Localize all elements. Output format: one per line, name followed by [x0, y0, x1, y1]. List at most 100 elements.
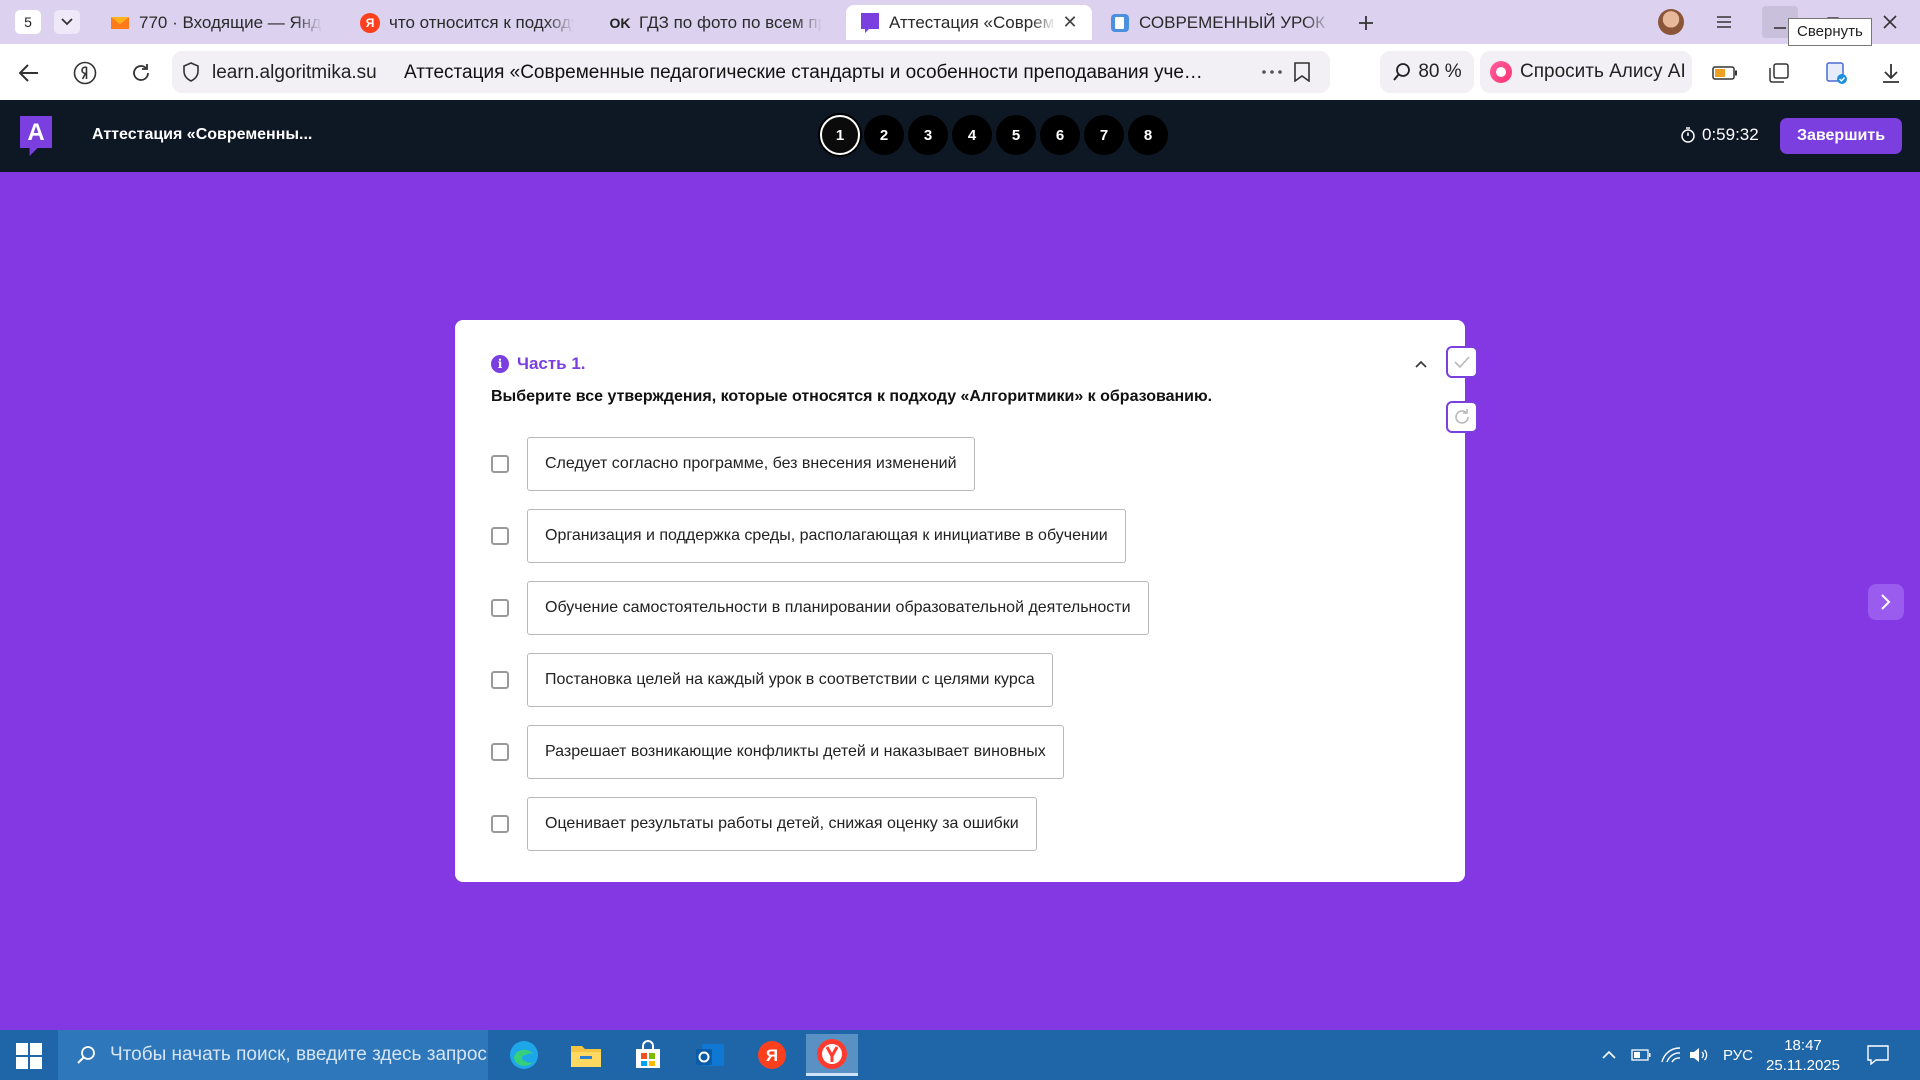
- tray-battery[interactable]: [1628, 1030, 1654, 1080]
- question-nav-4[interactable]: 4: [952, 115, 992, 155]
- answer-checkbox[interactable]: [491, 599, 509, 617]
- clock-time: 18:47: [1784, 1037, 1822, 1054]
- tab-gdz[interactable]: OK ГДЗ по фото по всем предметам: [596, 5, 836, 40]
- question-nav-1[interactable]: 1: [820, 115, 860, 155]
- taskbar-yandex-browser[interactable]: [806, 1034, 858, 1076]
- tray-language[interactable]: РУС: [1718, 1030, 1758, 1080]
- question-nav-2[interactable]: 2: [864, 115, 904, 155]
- question-card: i Часть 1. Выберите все утверждения, кот…: [455, 320, 1465, 882]
- bookmark-icon[interactable]: [1294, 62, 1310, 82]
- browser-navbar: learn.algoritmika.su Аттестация «Совреме…: [0, 44, 1920, 100]
- taskbar-store[interactable]: [622, 1034, 674, 1076]
- tab-yandex-search[interactable]: Я что относится к подходу «Алгоритмики»: [346, 5, 588, 40]
- answer-text[interactable]: Обучение самостоятельности в планировани…: [527, 581, 1149, 635]
- tab-title: ГДЗ по фото по всем предметам: [639, 12, 822, 32]
- ok-icon: OK: [609, 14, 631, 31]
- reload-icon: [133, 64, 149, 81]
- zoom-indicator[interactable]: 80 %: [1380, 51, 1474, 93]
- taskbar-edge[interactable]: [498, 1034, 550, 1076]
- tray-volume[interactable]: [1686, 1030, 1712, 1080]
- tab-title: Аттестация «Современные педагогические с…: [889, 12, 1056, 32]
- answer-checkbox[interactable]: [491, 671, 509, 689]
- chevron-down-icon: [61, 18, 73, 26]
- address-bar[interactable]: learn.algoritmika.su Аттестация «Совреме…: [172, 51, 1330, 93]
- answer-option[interactable]: Организация и поддержка среды, располага…: [491, 509, 1149, 563]
- windows-start-icon[interactable]: [16, 1043, 42, 1069]
- algoritmika-logo[interactable]: A: [20, 116, 52, 156]
- question-nav-5[interactable]: 5: [996, 115, 1036, 155]
- answer-text[interactable]: Организация и поддержка среды, располага…: [527, 509, 1126, 563]
- answer-checkbox[interactable]: [491, 815, 509, 833]
- answer-text[interactable]: Оценивает результаты работы детей, снижа…: [527, 797, 1037, 851]
- answer-text[interactable]: Разрешает возникающие конфликты детей и …: [527, 725, 1064, 779]
- answer-option[interactable]: Оценивает результаты работы детей, снижа…: [491, 797, 1149, 851]
- tab-title: 770 · Входящие — Яндекс Почта: [139, 12, 322, 32]
- part-title: Часть 1.: [517, 354, 586, 373]
- answer-text[interactable]: Следует согласно программе, без внесения…: [527, 437, 975, 491]
- tab-mail[interactable]: 770 · Входящие — Яндекс Почта: [96, 5, 336, 40]
- answer-option[interactable]: Следует согласно программе, без внесения…: [491, 437, 1149, 491]
- answer-checkbox[interactable]: [491, 527, 509, 545]
- speaker-icon: [1690, 1048, 1708, 1062]
- url-host: learn.algoritmika.su: [212, 62, 377, 83]
- answer-option[interactable]: Постановка целей на каждый урок в соотве…: [491, 653, 1149, 707]
- profile-avatar[interactable]: [1658, 9, 1684, 35]
- stopwatch-icon: [1681, 127, 1695, 143]
- collections-icon: [1769, 63, 1789, 83]
- tab-title: что относится к подходу «Алгоритмики»: [389, 12, 574, 32]
- browser-menu-button[interactable]: [1706, 6, 1742, 38]
- question-nav-3[interactable]: 3: [908, 115, 948, 155]
- info-icon: i: [491, 355, 509, 373]
- tab-count-badge[interactable]: 5: [15, 10, 41, 34]
- answer-option[interactable]: Обучение самостоятельности в планировани…: [491, 581, 1149, 635]
- question-nav-6[interactable]: 6: [1040, 115, 1080, 155]
- alice-button[interactable]: Спросить Алису AI: [1480, 51, 1692, 93]
- shield-icon[interactable]: [182, 62, 200, 82]
- collections-button[interactable]: [1764, 58, 1794, 88]
- notifications-button[interactable]: [1858, 1030, 1898, 1080]
- chevron-up-icon: [1602, 1051, 1616, 1059]
- answer-text[interactable]: Постановка целей на каждый урок в соотве…: [527, 653, 1053, 707]
- submit-answer-button[interactable]: [1446, 346, 1478, 378]
- yandex-home-button[interactable]: [70, 58, 100, 88]
- tab-title: СОВРЕМЕННЫЙ УРОК: [1139, 12, 1326, 32]
- reset-answer-button[interactable]: [1446, 401, 1478, 433]
- reload-button[interactable]: [126, 58, 156, 88]
- battery-saver-button[interactable]: [1710, 58, 1740, 88]
- minimize-icon: [1774, 27, 1786, 29]
- svg-text:Я: Я: [766, 1046, 778, 1065]
- downloads-button[interactable]: [1876, 58, 1906, 88]
- tab-modern-lesson[interactable]: СОВРЕМЕННЫЙ УРОК: [1096, 5, 1346, 40]
- close-tab-icon[interactable]: ✕: [1062, 12, 1078, 33]
- answer-checkbox[interactable]: [491, 455, 509, 473]
- answer-checkbox[interactable]: [491, 743, 509, 761]
- translate-icon: [1826, 62, 1847, 84]
- back-button[interactable]: [14, 58, 44, 88]
- taskbar-outlook[interactable]: [684, 1034, 736, 1076]
- question-nav-8[interactable]: 8: [1128, 115, 1168, 155]
- tray-clock[interactable]: 18:47 25.11.2025: [1764, 1036, 1842, 1076]
- course-title: Аттестация «Современны...: [92, 126, 313, 143]
- tab-attestation[interactable]: Аттестация «Современные педагогические с…: [846, 5, 1092, 40]
- tray-network[interactable]: [1658, 1030, 1684, 1080]
- question-nav-7[interactable]: 7: [1084, 115, 1124, 155]
- taskbar-search[interactable]: Чтобы начать поиск, введите здесь запрос: [58, 1030, 488, 1080]
- tab-list-button[interactable]: [54, 10, 80, 34]
- more-dots-icon[interactable]: [1262, 70, 1282, 74]
- folder-icon: [571, 1046, 601, 1067]
- mail-icon: [110, 13, 130, 33]
- taskbar-explorer[interactable]: [560, 1034, 612, 1076]
- translate-extension-button[interactable]: [1822, 58, 1852, 88]
- yandex-logo-icon: [73, 61, 97, 85]
- collapse-button[interactable]: [1411, 354, 1431, 374]
- close-window-button[interactable]: [1872, 6, 1908, 38]
- yandex-app-icon: Я: [758, 1041, 786, 1069]
- finish-button[interactable]: Завершить: [1780, 118, 1902, 154]
- next-question-button[interactable]: [1868, 584, 1904, 620]
- yandex-icon: Я: [360, 12, 380, 33]
- search-icon: [77, 1046, 95, 1064]
- answer-option[interactable]: Разрешает возникающие конфликты детей и …: [491, 725, 1149, 779]
- taskbar-yandex[interactable]: Я: [746, 1034, 798, 1076]
- new-tab-button[interactable]: [1352, 10, 1380, 36]
- tray-expand[interactable]: [1596, 1030, 1622, 1080]
